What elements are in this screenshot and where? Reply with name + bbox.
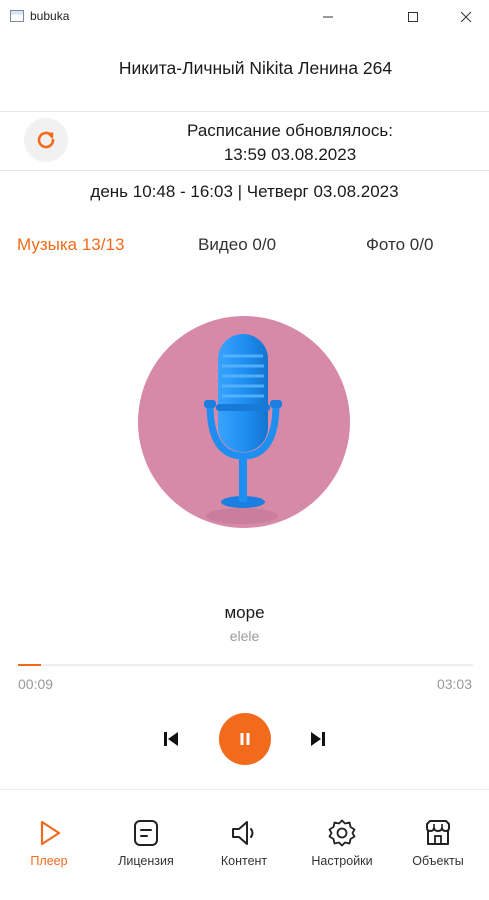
maximize-icon	[408, 12, 418, 22]
current-time: 00:09	[18, 676, 54, 692]
track-artwork	[138, 316, 350, 528]
minimize-icon	[323, 16, 333, 18]
window-title: bubuka	[30, 9, 70, 23]
tab-music[interactable]: Музыка 13/13	[17, 235, 124, 255]
schedule-updated-label: Расписание обновлялось:	[187, 121, 393, 140]
progress-fill	[18, 664, 41, 666]
store-icon	[426, 820, 450, 845]
total-time: 03:03	[436, 676, 472, 692]
tab-photo[interactable]: Фото 0/0	[366, 235, 433, 255]
maximize-button[interactable]	[390, 0, 436, 34]
nav-item-player[interactable]: Плеер	[4, 818, 94, 868]
play-outline-icon	[40, 820, 61, 846]
microphone-icon	[204, 334, 282, 524]
tab-video[interactable]: Видео 0/0	[198, 235, 276, 255]
track-artist: elele	[229, 628, 260, 644]
close-button[interactable]	[443, 0, 489, 34]
refresh-icon	[37, 131, 55, 149]
nav-item-label: Объекты	[412, 854, 464, 868]
nav-item-label: Лицензия	[118, 854, 174, 868]
nav-item-label: Контент	[220, 854, 268, 868]
app-icon	[10, 10, 24, 22]
previous-track-button[interactable]	[160, 728, 182, 750]
next-track-button[interactable]	[307, 728, 329, 750]
nav-item-content[interactable]: Контент	[199, 818, 289, 868]
pause-icon	[240, 733, 250, 745]
pause-button[interactable]	[219, 713, 271, 765]
day-schedule-info: день 10:48 - 16:03 | Четверг 03.08.2023	[90, 182, 399, 201]
progress-bar[interactable]	[18, 664, 473, 666]
license-icon	[134, 820, 158, 846]
skip-forward-icon	[311, 732, 325, 746]
window-titlebar: bubuka	[0, 0, 489, 34]
gear-icon	[328, 819, 356, 847]
minimize-button[interactable]	[305, 0, 351, 34]
organization-title: Никита-Личный Nikita Ленина 264	[118, 58, 393, 78]
nav-item-settings[interactable]: Настройки	[297, 818, 387, 868]
nav-item-label: Плеер	[30, 854, 68, 868]
bottom-navigation: Плеер Лицензия Контент Настройки Объекты	[0, 789, 489, 900]
nav-item-license[interactable]: Лицензия	[101, 818, 191, 868]
speaker-icon	[232, 821, 254, 845]
refresh-schedule-button[interactable]	[24, 118, 68, 162]
skip-back-icon	[164, 732, 178, 746]
nav-item-objects[interactable]: Объекты	[393, 818, 483, 868]
divider	[0, 170, 489, 171]
track-title: море	[224, 603, 265, 622]
schedule-updated-time: 13:59 03.08.2023	[223, 145, 357, 164]
nav-item-label: Настройки	[311, 854, 373, 868]
divider	[0, 111, 489, 112]
close-icon	[460, 11, 472, 23]
